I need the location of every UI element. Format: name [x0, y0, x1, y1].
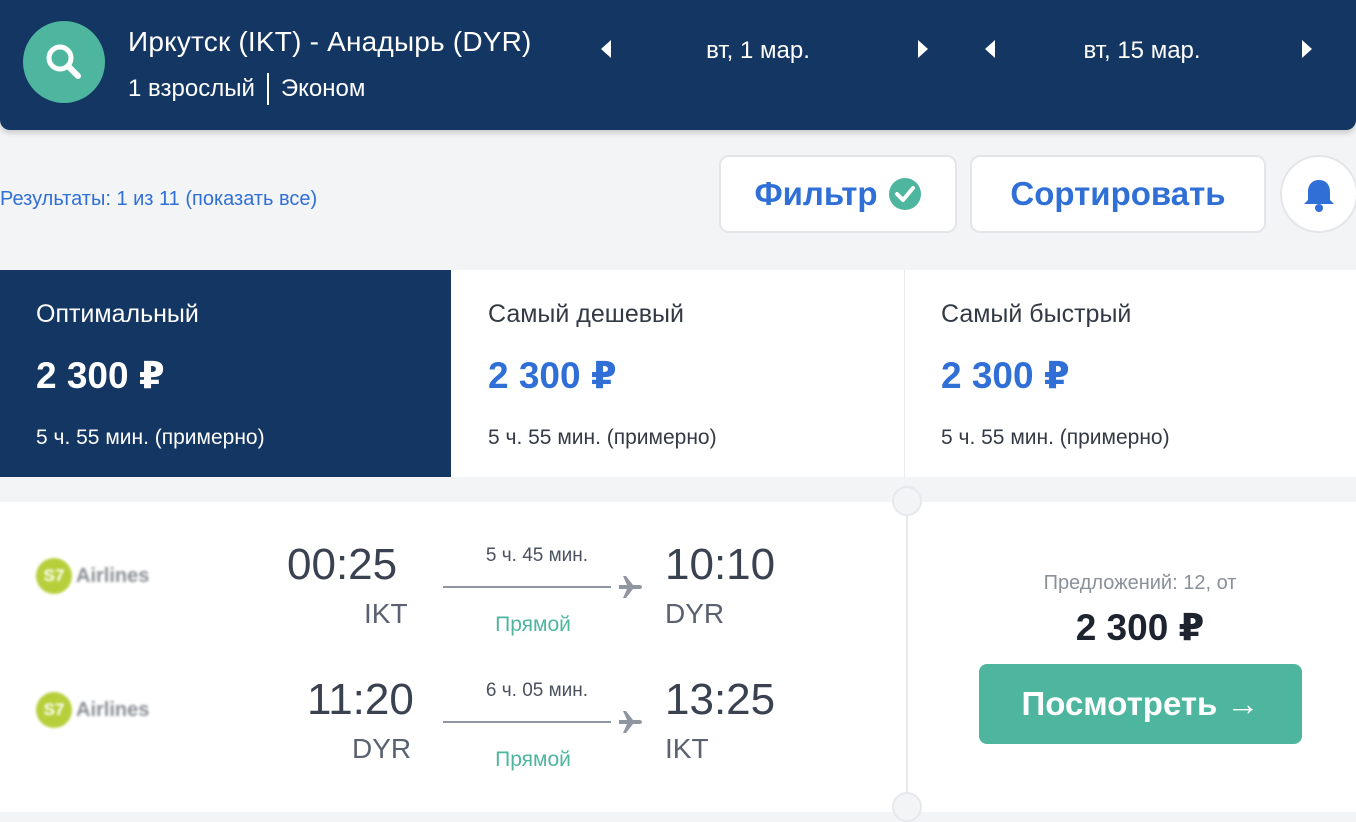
stops-label: Прямой — [495, 748, 571, 771]
sort-button[interactable]: Сортировать — [970, 155, 1266, 233]
card-notch-top — [892, 486, 922, 516]
tab-price: 2 300 ₽ — [488, 355, 617, 396]
departure-time: 00:25 — [287, 540, 398, 589]
airline-logo: S7 Airlines — [36, 692, 149, 728]
results-count-link[interactable]: Результаты: 1 из 11 (показать все) — [0, 188, 317, 211]
meta-divider — [266, 73, 269, 105]
filter-button[interactable]: Фильтр — [719, 155, 957, 233]
departure-airport: DYR — [352, 733, 412, 764]
return-prev-date-icon[interactable] — [983, 38, 997, 60]
tab-label: Оптимальный — [36, 300, 199, 328]
departure-time: 11:20 — [307, 675, 414, 724]
depart-date[interactable]: вт, 1 мар. — [658, 37, 858, 65]
arrival-airport: DYR — [665, 598, 725, 629]
airplane-icon — [619, 711, 642, 733]
arrival-time: 10:10 — [665, 540, 776, 589]
route-line — [443, 586, 611, 588]
tab-cheapest[interactable]: Самый дешевый 2 300 ₽ 5 ч. 55 мин. (прим… — [452, 270, 904, 477]
airplane-icon — [619, 576, 642, 598]
route-title: Иркутск (IKT) - Анадырь (DYR) — [128, 26, 532, 57]
return-date[interactable]: вт, 15 мар. — [1042, 37, 1242, 65]
cabin-class: Эконом — [280, 75, 366, 102]
price-alert-button[interactable] — [1280, 155, 1356, 233]
check-circle-icon — [888, 178, 921, 210]
flight-duration: 5 ч. 45 мин. — [485, 545, 589, 566]
tab-duration: 5 ч. 55 мин. (примерно) — [488, 426, 717, 449]
return-next-date-icon[interactable] — [1300, 38, 1314, 60]
airline-logo: S7 Airlines — [36, 558, 149, 594]
airline-name: Airlines — [76, 698, 150, 721]
flight-result-card[interactable]: S7 Airlines 00:25 IKT 5 ч. 45 мин. Прямо… — [0, 502, 1356, 812]
airline-mark: S7 — [36, 692, 72, 728]
offers-count: Предложений: 12, от — [1043, 572, 1237, 594]
flight-duration: 6 ч. 05 мин. — [485, 680, 589, 701]
tab-fastest[interactable]: Самый быстрый 2 300 ₽ 5 ч. 55 мин. (прим… — [905, 270, 1356, 477]
tab-duration: 5 ч. 55 мин. (примерно) — [36, 426, 265, 449]
depart-next-date-icon[interactable] — [916, 38, 930, 60]
route-line — [443, 721, 611, 723]
arrival-time: 13:25 — [665, 675, 776, 724]
view-offer-button[interactable]: Посмотреть → — [979, 664, 1302, 744]
tab-price: 2 300 ₽ — [36, 355, 165, 396]
search-meta: 1 взрослый Эконом — [128, 73, 365, 105]
card-divider — [906, 502, 908, 812]
search-summary-bar[interactable]: Иркутск (IKT) - Анадырь (DYR) 1 взрослый… — [0, 0, 1356, 130]
tab-label: Самый дешевый — [488, 300, 684, 328]
sort-tabs: Оптимальный 2 300 ₽ 5 ч. 55 мин. (пример… — [0, 270, 1356, 477]
card-notch-bottom — [892, 792, 922, 822]
tab-duration: 5 ч. 55 мин. (примерно) — [941, 426, 1170, 449]
tab-label: Самый быстрый — [941, 300, 1132, 328]
filter-label: Фильтр — [754, 175, 878, 212]
arrival-airport: IKT — [665, 733, 709, 764]
airline-mark: S7 — [36, 558, 72, 594]
departure-airport: IKT — [364, 598, 408, 629]
flight-price: 2 300 ₽ — [1075, 607, 1205, 648]
passenger-count: 1 взрослый — [128, 75, 255, 102]
airline-name: Airlines — [76, 564, 150, 587]
tab-price: 2 300 ₽ — [941, 355, 1070, 396]
tab-optimal[interactable]: Оптимальный 2 300 ₽ 5 ч. 55 мин. (пример… — [0, 270, 451, 477]
depart-prev-date-icon[interactable] — [599, 38, 613, 60]
stops-label: Прямой — [495, 613, 571, 636]
search-icon[interactable] — [23, 21, 105, 103]
bell-icon — [1304, 180, 1334, 212]
